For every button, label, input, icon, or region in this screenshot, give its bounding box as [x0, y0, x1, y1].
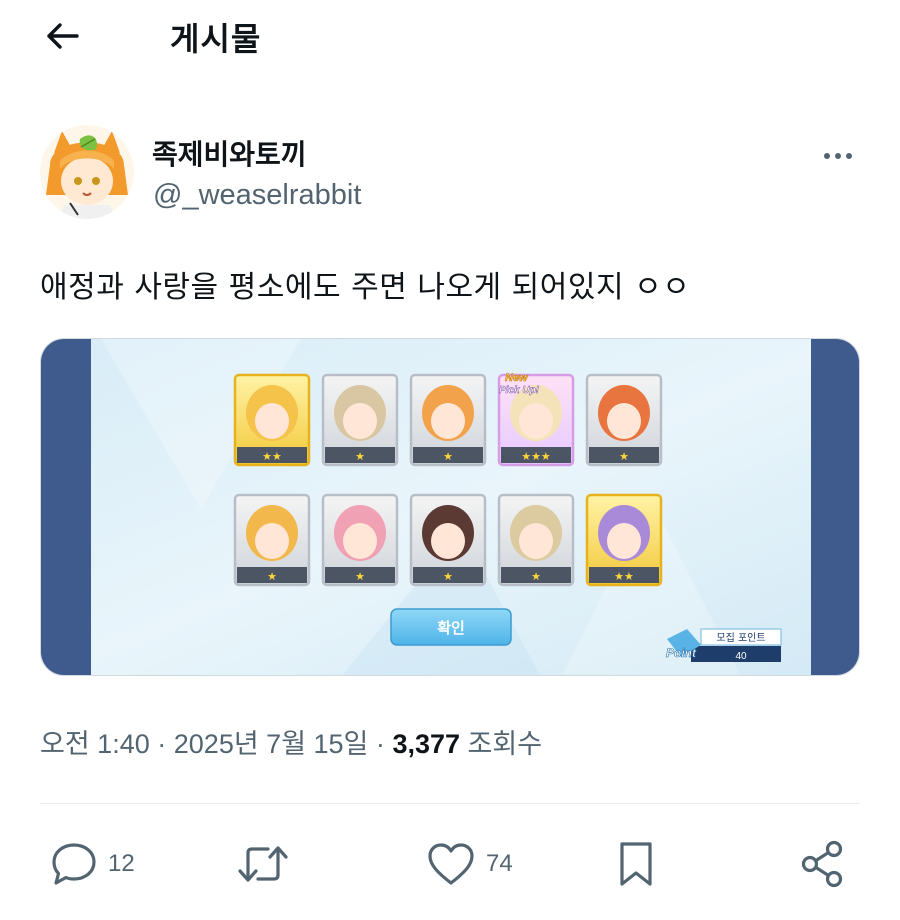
- character-face: [255, 403, 289, 439]
- divider: [40, 803, 860, 804]
- post-text: 애정과 사랑을 평소에도 주면 나오게 되어있지 ㅇㅇ: [40, 270, 691, 305]
- character-face: [343, 403, 377, 439]
- more-options-button[interactable]: [816, 141, 860, 171]
- meta-separator: ·: [157, 729, 167, 759]
- character-face: [519, 523, 553, 559]
- confirm-label: 확인: [437, 619, 465, 637]
- result-card[interactable]: ★: [409, 373, 487, 467]
- character-face: [431, 523, 465, 559]
- card-stars: ★★★: [521, 450, 551, 463]
- character-face: [519, 403, 553, 439]
- result-card[interactable]: ★★: [585, 493, 663, 587]
- points-word: Point: [666, 646, 697, 660]
- back-button[interactable]: [40, 16, 84, 56]
- author-display-name[interactable]: 족제비와토끼: [152, 133, 307, 173]
- result-card[interactable]: ★: [585, 373, 663, 467]
- card-stars: ★: [443, 450, 453, 463]
- pickup-label: Pick Up!: [499, 385, 540, 396]
- confirm-button[interactable]: 확인: [390, 608, 512, 646]
- card-stars: ★: [355, 570, 365, 583]
- reply-count: 12: [108, 850, 135, 877]
- bookmark-button[interactable]: [616, 834, 656, 894]
- meta-separator: ·: [375, 729, 385, 759]
- character-face: [607, 403, 641, 439]
- top-bar: 게시물: [0, 0, 900, 74]
- character-face: [431, 403, 465, 439]
- points-label: 모집 포인트: [716, 632, 765, 644]
- more-dots-icon: [824, 153, 852, 159]
- repost-icon: [238, 846, 288, 882]
- repost-button[interactable]: [236, 834, 290, 894]
- post-date[interactable]: 2025년 7월 15일: [174, 729, 369, 759]
- result-card[interactable]: ★: [321, 373, 399, 467]
- card-stars: ★: [531, 570, 541, 583]
- card-stars: ★★: [262, 450, 282, 463]
- post-image[interactable]: ★★ ★ ★ ★★★ ★ ★ ★ ★ ★ ★★ 확인 모집 포인트 40 Point New Pi…: [40, 338, 860, 676]
- post-meta: 오전 1:40 · 2025년 7월 15일 · 3,377 조회수: [40, 722, 542, 761]
- views-label: 조회수: [467, 729, 543, 759]
- card-stars: ★: [619, 450, 629, 463]
- avatar[interactable]: [40, 125, 134, 219]
- card-stars: ★: [355, 450, 365, 463]
- arrow-left-icon: [47, 23, 79, 49]
- result-card[interactable]: ★: [321, 493, 399, 587]
- reply-icon: [52, 843, 96, 885]
- result-card[interactable]: ★: [233, 493, 311, 587]
- points-value: 40: [735, 651, 747, 662]
- post-time[interactable]: 오전 1:40: [40, 729, 150, 759]
- card-stars: ★: [267, 570, 277, 583]
- character-face: [255, 523, 289, 559]
- like-button[interactable]: 74: [426, 834, 513, 894]
- card-stars: ★: [443, 570, 453, 583]
- result-card[interactable]: ★: [409, 493, 487, 587]
- result-card[interactable]: ★: [497, 493, 575, 587]
- views-count: 3,377: [392, 729, 461, 759]
- heart-icon: [428, 843, 474, 885]
- share-button[interactable]: [800, 834, 846, 894]
- post-author: 족제비와토끼 @_weaselrabbit: [40, 125, 860, 225]
- points-panel: 모집 포인트 40 Point: [666, 628, 782, 662]
- author-handle[interactable]: @_weaselrabbit: [153, 179, 361, 212]
- action-bar: 12 74: [40, 834, 860, 894]
- bookmark-icon: [620, 842, 652, 886]
- character-face: [343, 523, 377, 559]
- character-face: [607, 523, 641, 559]
- reply-button[interactable]: 12: [50, 834, 135, 894]
- new-label: New: [505, 372, 529, 384]
- like-count: 74: [486, 850, 513, 877]
- page-title: 게시물: [170, 20, 262, 58]
- share-icon: [801, 840, 843, 888]
- card-stars: ★★: [614, 570, 634, 583]
- result-card[interactable]: ★★: [233, 373, 311, 467]
